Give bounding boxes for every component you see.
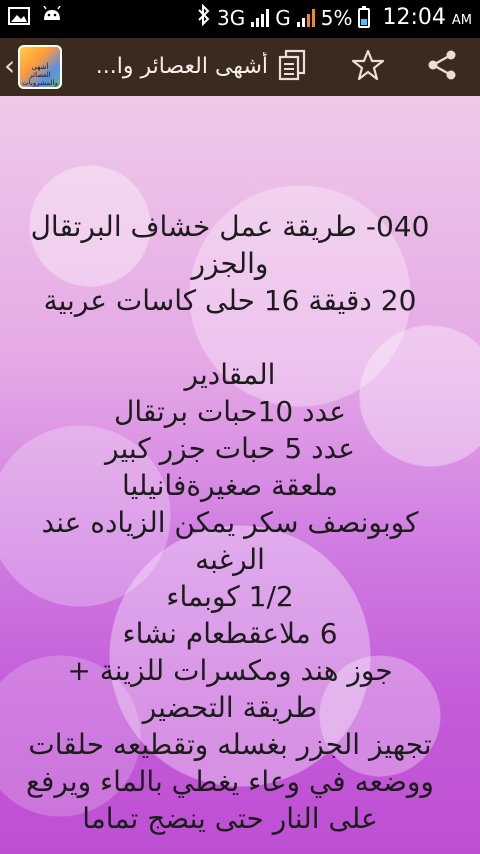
recipe-line: 6 ملاعقطعام نشاء bbox=[122, 617, 338, 650]
star-icon bbox=[351, 49, 385, 85]
back-chevron-icon[interactable]: ‹ bbox=[4, 50, 15, 82]
status-bar: 3G G 5% 12:04 AM bbox=[0, 0, 480, 38]
recipe-line: والجزر bbox=[191, 247, 269, 280]
android-icon bbox=[40, 5, 62, 26]
signal-strength-icon bbox=[251, 8, 270, 27]
recipe-blank-line bbox=[20, 319, 440, 356]
recipe-line: عدد 10حبات برتقال bbox=[113, 395, 347, 428]
recipe-line: 1/2 كوبماء bbox=[166, 580, 294, 613]
network-type-label: 3G bbox=[217, 5, 246, 30]
notification-icons bbox=[8, 5, 62, 26]
battery-percent: 5% bbox=[320, 5, 353, 30]
recipe-line: المقادير bbox=[184, 358, 276, 391]
copy-icon bbox=[278, 49, 306, 85]
clock-ampm: AM bbox=[451, 13, 472, 28]
signal-strength-icon-2 bbox=[296, 8, 315, 27]
battery-icon bbox=[358, 5, 371, 28]
recipe-line: ملعقة صغيرةفانيليا bbox=[121, 469, 339, 502]
app-icon-label: أشهى العصائر والمشروبات bbox=[22, 63, 58, 87]
bluetooth-icon bbox=[197, 3, 211, 31]
recipe-line: طريقة التحضير bbox=[142, 691, 318, 724]
recipe-line: جوز هند ومكسرات للزينة + bbox=[67, 654, 393, 687]
recipe-line: الرغبه bbox=[195, 543, 265, 576]
action-bar: ‹ أشهى العصائر والمشروبات أشهى العصائر و… bbox=[0, 38, 480, 98]
share-icon bbox=[426, 49, 458, 85]
recipe-line: على النار حتى ينضج تماما bbox=[82, 802, 378, 835]
clock-time: 12:04 bbox=[382, 5, 446, 30]
recipe-line: عدد 5 حبات جزر كبير bbox=[105, 432, 355, 465]
app-icon[interactable]: أشهى العصائر والمشروبات bbox=[18, 45, 62, 89]
gallery-icon bbox=[8, 6, 30, 26]
recipe-content-area[interactable]: 040- طريقة عمل خشاف البرتقال والجزر 20 د… bbox=[0, 96, 480, 854]
recipe-line: كوبونصف سكر يمكن الزياده عند bbox=[41, 506, 419, 539]
copy-button[interactable] bbox=[272, 47, 312, 87]
network-type-label-2: G bbox=[275, 5, 291, 30]
recipe-text: 040- طريقة عمل خشاف البرتقال والجزر 20 د… bbox=[20, 208, 440, 837]
favorite-button[interactable] bbox=[348, 47, 388, 87]
recipe-line: ووضعه في وعاء يغطي بالماء ويرفع bbox=[26, 765, 434, 798]
recipe-line: 040- طريقة عمل خشاف البرتقال bbox=[30, 210, 430, 243]
system-status: 3G G 5% 12:04 AM bbox=[197, 3, 472, 31]
recipe-line: تجهيز الجزر بغسله وتقطيعه حلقات bbox=[28, 728, 432, 761]
page-title: أشهى العصائر وا... bbox=[95, 54, 268, 79]
recipe-line: 20 دقيقة 16 حلى كاسات عربية bbox=[43, 284, 417, 317]
share-button[interactable] bbox=[422, 47, 462, 87]
